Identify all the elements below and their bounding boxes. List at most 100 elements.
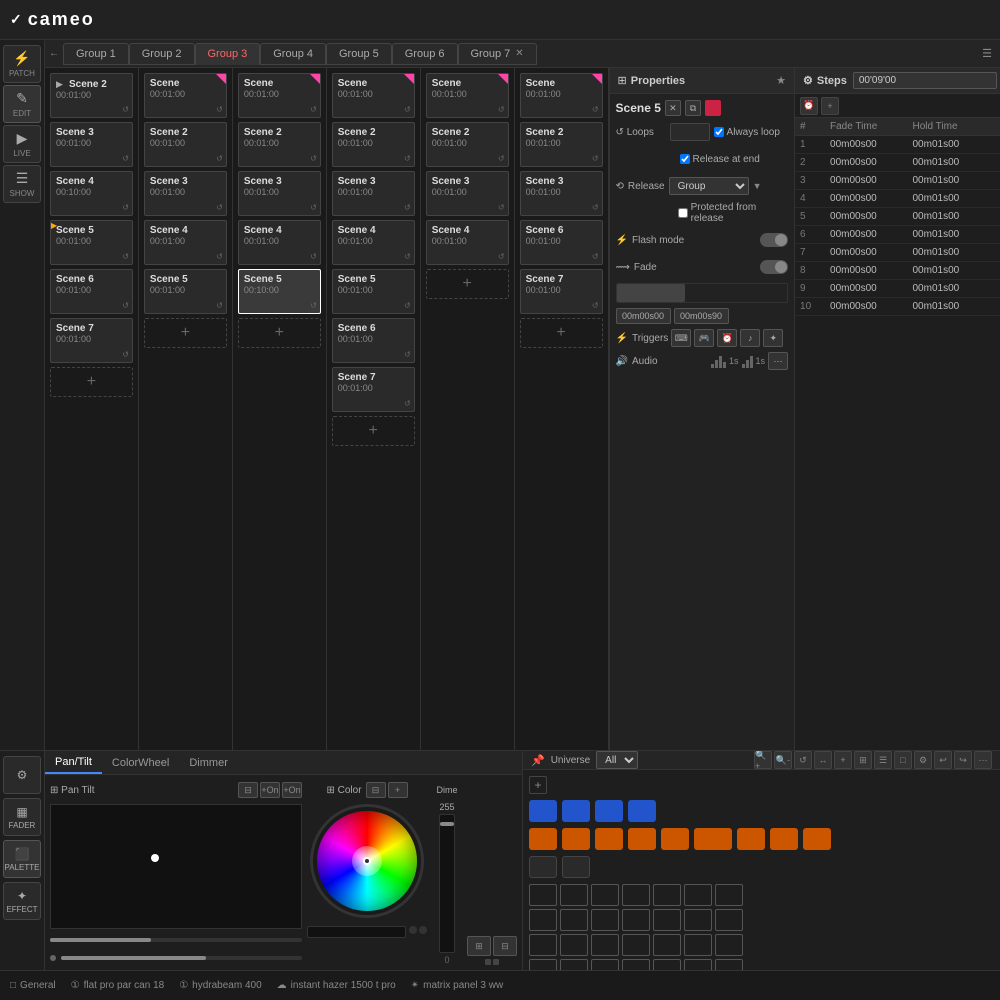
scene-card-active[interactable]: Scene 5 00:10:00 ↺ xyxy=(238,269,321,314)
utool-settings[interactable]: ⚙ xyxy=(914,751,932,769)
grid-cell[interactable] xyxy=(684,884,712,906)
scene-card[interactable]: Scene 3 00:01:00 ↺ xyxy=(144,171,227,216)
scene-card[interactable]: Scene 00:01:00 ↺ xyxy=(238,73,321,118)
grid-cell[interactable] xyxy=(715,884,743,906)
audio-settings-btn[interactable]: ⋯ xyxy=(768,352,788,370)
grid-cell[interactable] xyxy=(529,959,557,970)
pt-btn-1[interactable]: ⊟ xyxy=(238,782,258,798)
props-delete-button[interactable]: ✕ xyxy=(665,100,681,116)
tab-group2[interactable]: Group 2 xyxy=(129,43,195,65)
pt-extra-btn-2[interactable]: ⊟ xyxy=(493,936,517,956)
props-copy-button[interactable]: ⧉ xyxy=(685,100,701,116)
add-scene-button[interactable]: + xyxy=(332,416,415,446)
steps-row[interactable]: 600m00s0000m01s00 xyxy=(795,226,1000,244)
loops-input[interactable] xyxy=(670,123,710,141)
grid-cell[interactable] xyxy=(653,959,681,970)
grid-cell[interactable] xyxy=(560,959,588,970)
tab-arrow-left[interactable]: ← xyxy=(45,48,63,59)
scene-card[interactable]: Scene 2 00:01:00 ↺ xyxy=(144,122,227,167)
fade-toggle[interactable] xyxy=(760,260,788,274)
fixture-cell-blue-4[interactable] xyxy=(628,800,656,822)
flash-mode-toggle[interactable] xyxy=(760,233,788,247)
utool-list[interactable]: ☰ xyxy=(874,751,892,769)
fixture-cell-orange-3[interactable] xyxy=(595,828,623,850)
grid-cell[interactable] xyxy=(622,909,650,931)
steps-row[interactable]: 900m00s0000m01s00 xyxy=(795,280,1000,298)
grid-cell[interactable] xyxy=(715,959,743,970)
pt-btn-3[interactable]: +On xyxy=(282,782,302,798)
color-bar[interactable] xyxy=(307,926,406,938)
grid-cell[interactable] xyxy=(684,934,712,956)
steps-row[interactable]: 700m00s0000m01s00 xyxy=(795,244,1000,262)
scene-card[interactable]: Scene 4 00:10:00 ↺ xyxy=(50,171,133,216)
utool-grid[interactable]: ⊞ xyxy=(854,751,872,769)
time-from-input[interactable]: 00m00s00 xyxy=(616,308,671,324)
tab-group7[interactable]: Group 7 ✕ xyxy=(458,43,537,65)
scene-card[interactable]: Scene 3 00:01:00 ↺ xyxy=(520,171,603,216)
scene-card[interactable]: Scene 7 00:01:00 ↺ xyxy=(50,318,133,363)
steps-row[interactable]: 300m00s0000m01s00 xyxy=(795,172,1000,190)
steps-clock-btn[interactable]: ⏰ xyxy=(800,97,818,115)
fixture-cell-orange-2[interactable] xyxy=(562,828,590,850)
utool-redo[interactable]: ↪ xyxy=(954,751,972,769)
scene-card[interactable]: Scene 3 00:01:00 ↺ xyxy=(332,171,415,216)
fixture-cell-blue-1[interactable] xyxy=(529,800,557,822)
star-icon[interactable]: ★ xyxy=(776,74,786,87)
steps-add-btn[interactable]: + xyxy=(821,97,839,115)
tab-close-icon[interactable]: ✕ xyxy=(515,48,523,59)
color-btn-2[interactable]: + xyxy=(388,782,408,798)
utool-arrow[interactable]: ↔ xyxy=(814,751,832,769)
universe-add-button[interactable]: + xyxy=(529,776,547,794)
scene-card[interactable]: Scene 4 00:01:00 ↺ xyxy=(332,220,415,265)
fixture-cell-orange-8[interactable] xyxy=(770,828,798,850)
trigger-btn-5[interactable]: ✦ xyxy=(763,329,783,347)
tab-dimmer[interactable]: Dimmer xyxy=(179,751,238,774)
grid-cell[interactable] xyxy=(684,909,712,931)
scene-card[interactable]: Scene 7 00:01:00 ↺ xyxy=(332,367,415,412)
scene-card[interactable]: Scene 00:01:00 ↺ xyxy=(144,73,227,118)
tab-group4[interactable]: Group 4 xyxy=(260,43,326,65)
scene-card[interactable]: Scene 6 00:01:00 ↺ xyxy=(520,220,603,265)
grid-cell[interactable] xyxy=(622,934,650,956)
grid-cell[interactable] xyxy=(622,959,650,970)
sidebar-item-show[interactable]: ☰ SHOW xyxy=(3,165,41,203)
scene-card[interactable]: Scene 4 00:01:00 ↺ xyxy=(426,220,509,265)
sidebar-item-patch[interactable]: ⚡ PATCH xyxy=(3,45,41,83)
grid-cell[interactable] xyxy=(715,934,743,956)
grid-cell[interactable] xyxy=(560,884,588,906)
add-scene-button[interactable]: + xyxy=(238,318,321,348)
grid-cell[interactable] xyxy=(591,934,619,956)
trigger-btn-3[interactable]: ⏰ xyxy=(717,329,737,347)
scene-card[interactable]: Scene 5 00:01:00 ↺ xyxy=(144,269,227,314)
utool-box[interactable]: □ xyxy=(894,751,912,769)
scene-card[interactable]: Scene 2 00:01:00 ↺ xyxy=(332,122,415,167)
tab-group6[interactable]: Group 6 xyxy=(392,43,458,65)
scene-card[interactable]: Scene 2 00:01:00 ↺ xyxy=(238,122,321,167)
scene-card[interactable]: Scene 5 00:01:00 ↺ xyxy=(332,269,415,314)
effect-button[interactable]: ✦ EFFECT xyxy=(3,882,41,920)
scene-card[interactable]: Scene 00:01:00 ↺ xyxy=(332,73,415,118)
grid-cell[interactable] xyxy=(622,884,650,906)
always-loop-checkbox[interactable]: Always loop xyxy=(714,127,780,138)
grid-cell[interactable] xyxy=(560,909,588,931)
steps-row[interactable]: 1000m00s0000m01s00 xyxy=(795,298,1000,316)
scene-card[interactable]: Scene 3 00:01:00 ↺ xyxy=(238,171,321,216)
grid-cell[interactable] xyxy=(529,884,557,906)
trigger-btn-4[interactable]: ♪ xyxy=(740,329,760,347)
grid-cell[interactable] xyxy=(560,934,588,956)
scene-card[interactable]: Scene 00:01:00 ↺ xyxy=(426,73,509,118)
grid-cell[interactable] xyxy=(591,959,619,970)
tab-group3[interactable]: Group 3 xyxy=(195,43,261,65)
sidebar-item-edit[interactable]: ✎ EDIT xyxy=(3,85,41,123)
utool-refresh[interactable]: ↺ xyxy=(794,751,812,769)
grid-cell[interactable] xyxy=(591,909,619,931)
dimmer-slider[interactable] xyxy=(439,814,455,953)
utool-zoom-out[interactable]: 🔍- xyxy=(774,751,792,769)
protected-checkbox[interactable]: Protected from release xyxy=(678,202,788,224)
grid-cell[interactable] xyxy=(529,909,557,931)
scene-card[interactable]: Scene 2 00:01:00 ↺ xyxy=(520,122,603,167)
scene-card[interactable]: Scene 00:01:00 ↺ xyxy=(520,73,603,118)
fader-main-button[interactable]: ▦ FADER xyxy=(3,798,41,836)
scene-card[interactable]: Scene 4 00:01:00 ↺ xyxy=(144,220,227,265)
scene-card[interactable]: Scene 5 00:01:00 ▶ ↺ xyxy=(50,220,133,265)
